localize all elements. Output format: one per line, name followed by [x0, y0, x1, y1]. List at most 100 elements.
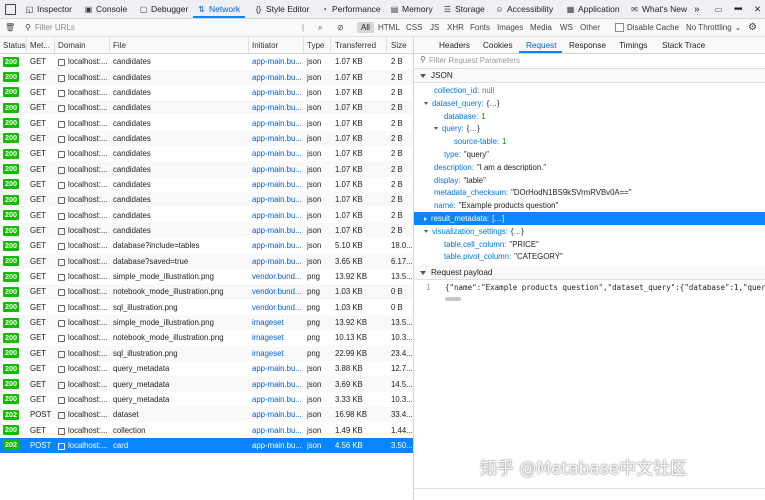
- table-row[interactable]: 200 GET localhost:... simple_mode_illustrat…: [0, 314, 413, 331]
- table-row[interactable]: 200 GET localhost:... candidates app-main.bu…: [0, 222, 413, 239]
- table-row[interactable]: 200 GET localhost:... simple_mode_illustrat…: [0, 269, 413, 284]
- column-header-type[interactable]: Type: [307, 37, 325, 53]
- chevron-down-icon: [424, 229, 428, 233]
- size-cell: 18.0...: [391, 241, 413, 251]
- tab-inspector[interactable]: ◱ Inspector: [25, 0, 72, 18]
- tab-cookies[interactable]: Cookies: [483, 37, 513, 53]
- filter-type-js[interactable]: JS: [430, 19, 439, 36]
- filter-type-all[interactable]: All: [357, 22, 374, 33]
- table-row[interactable]: 200 GET localhost:... candidates app-main.bu…: [0, 146, 413, 161]
- table-row[interactable]: 200 GET localhost:... sql_illustration.png v…: [0, 300, 413, 315]
- clear-button[interactable]: 🗑: [5, 19, 15, 36]
- table-row[interactable]: 200 GET localhost:... sql_illustration.png i…: [0, 345, 413, 361]
- tab-application[interactable]: ▦ Application: [566, 0, 620, 18]
- json-row[interactable]: visualization_settings: {…}: [424, 225, 524, 238]
- table-row[interactable]: 200 GET localhost:... candidates app-main.bu…: [0, 85, 413, 100]
- domain-cell: localhost:...: [58, 269, 108, 284]
- options-menu-button[interactable]: •••: [734, 0, 742, 18]
- json-key: dataset_query:: [432, 98, 484, 108]
- table-row[interactable]: 200 GET localhost:... query_metadata app-mai…: [0, 376, 413, 392]
- table-row[interactable]: 200 GET localhost:... query_metadata app-mai…: [0, 392, 413, 407]
- table-row[interactable]: 200 GET localhost:... collection app-main.bu…: [0, 422, 413, 437]
- type-cell: json: [307, 241, 322, 251]
- table-row[interactable]: 200 GET localhost:... candidates app-main.bu…: [0, 69, 413, 85]
- tab-accessibility[interactable]: ☺ Accessibility: [495, 0, 553, 18]
- json-row[interactable]: query: {…}: [434, 122, 480, 135]
- domain-cell: localhost:...: [58, 284, 108, 299]
- filter-request-params-input[interactable]: ⚲ Filter Request Parameters: [414, 54, 765, 69]
- tab-headers[interactable]: Headers: [439, 37, 470, 53]
- kebab-menu-icon: •••: [734, 3, 742, 15]
- column-header-domain[interactable]: Domain: [58, 37, 86, 53]
- filter-type-fonts[interactable]: Fonts: [470, 19, 490, 36]
- filter-type-xhr[interactable]: XHR: [447, 19, 464, 36]
- filter-type-ws[interactable]: WS: [560, 19, 573, 36]
- table-row[interactable]: 200 GET localhost:... database?include=tabl…: [0, 238, 413, 253]
- payload-editor[interactable]: 1 {"name":"Example products question","d…: [414, 281, 765, 295]
- column-header-size[interactable]: Size: [391, 37, 407, 53]
- tab-debugger[interactable]: ▢ Debugger: [139, 0, 189, 18]
- table-row[interactable]: 200 GET localhost:... notebook_mode_illustr…: [0, 330, 413, 345]
- table-row[interactable]: 200 GET localhost:... database?saved=true ap…: [0, 253, 413, 269]
- method-cell: GET: [30, 272, 47, 282]
- json-row[interactable]: result_metadata: […]: [424, 212, 504, 225]
- tab-memory[interactable]: ▤ Memory: [390, 0, 433, 18]
- json-section-header[interactable]: JSON: [414, 69, 765, 83]
- more-tools-button[interactable]: »: [694, 0, 699, 18]
- search-button[interactable]: ⌕: [318, 19, 322, 36]
- size-cell: 2 B: [391, 133, 403, 143]
- table-row[interactable]: 200 GET localhost:... candidates app-main.bu…: [0, 177, 413, 192]
- block-button[interactable]: ⊘: [337, 19, 344, 36]
- lock-icon: [58, 181, 65, 189]
- section-label: JSON: [431, 71, 453, 80]
- filter-type-media[interactable]: Media: [530, 19, 552, 36]
- column-header-file[interactable]: File: [113, 37, 126, 53]
- transferred-cell: 3.65 KB: [335, 256, 363, 266]
- table-row[interactable]: 200 GET localhost:... candidates app-main.bu…: [0, 54, 413, 69]
- column-header-status[interactable]: Status: [3, 37, 26, 53]
- tab-timings[interactable]: Timings: [619, 37, 647, 53]
- throttling-select[interactable]: No Throttling ⌄: [686, 19, 741, 36]
- filter-type-other[interactable]: Other: [580, 19, 600, 36]
- horizontal-scrollbar[interactable]: [445, 297, 461, 301]
- type-cell: json: [307, 179, 322, 189]
- element-picker-button[interactable]: [5, 0, 19, 18]
- table-row[interactable]: 200 GET localhost:... candidates app-main.bu…: [0, 115, 413, 130]
- table-row[interactable]: 202 POST localhost:... dataset app-main.bu..…: [0, 407, 413, 423]
- type-cell: json: [307, 256, 322, 266]
- table-row[interactable]: 200 GET localhost:... notebook_mode_illustr…: [0, 284, 413, 300]
- file-cell: dataset: [113, 410, 139, 420]
- table-row[interactable]: 200 GET localhost:... candidates app-main.bu…: [0, 192, 413, 208]
- close-toolbox-button[interactable]: ✕: [754, 0, 761, 18]
- tab-storage[interactable]: ☰ Storage: [443, 0, 485, 18]
- filter-type-html[interactable]: HTML: [378, 19, 400, 36]
- filter-type-images[interactable]: Images: [497, 19, 523, 36]
- transferred-cell: 1.07 KB: [335, 103, 363, 113]
- filter-type-css[interactable]: CSS: [406, 19, 422, 36]
- network-settings-button[interactable]: ⚙: [748, 19, 757, 36]
- json-row[interactable]: dataset_query: {…}: [424, 97, 500, 110]
- disable-cache-checkbox[interactable]: Disable Cache: [615, 19, 679, 36]
- tab-style-editor[interactable]: {} Style Editor: [254, 0, 310, 18]
- column-header-transferred[interactable]: Transferred: [335, 37, 377, 53]
- column-header-method[interactable]: Met...: [30, 37, 51, 53]
- table-row[interactable]: 202 POST localhost:... card app-main.bu... js…: [0, 437, 413, 454]
- status-cell: 200: [3, 115, 25, 130]
- table-row[interactable]: 200 GET localhost:... candidates app-main.bu…: [0, 100, 413, 116]
- table-row[interactable]: 200 GET localhost:... candidates app-main.bu…: [0, 130, 413, 147]
- payload-section-header[interactable]: Request payload: [414, 266, 765, 280]
- table-row[interactable]: 200 GET localhost:... candidates app-main.bu…: [0, 208, 413, 223]
- tab-performance[interactable]: ◔ Performance: [320, 0, 381, 18]
- tab-stack-trace[interactable]: Stack Trace: [662, 37, 705, 53]
- table-row[interactable]: 200 GET localhost:... query_metadata app-mai…: [0, 361, 413, 376]
- tab-response[interactable]: Response: [569, 37, 606, 53]
- table-row[interactable]: 200 GET localhost:... candidates app-main.bu…: [0, 161, 413, 177]
- filter-urls-input[interactable]: ⚲ Filter URLs: [25, 19, 300, 36]
- column-header-initiator[interactable]: Initiator: [252, 37, 279, 53]
- tab-console[interactable]: ▣ Console: [84, 0, 127, 18]
- transferred-cell: 1.49 KB: [335, 425, 363, 435]
- dock-button[interactable]: ▭: [714, 0, 726, 18]
- tab-whats-new[interactable]: ✉ What's New: [630, 0, 687, 18]
- transferred-cell: 1.07 KB: [335, 72, 363, 82]
- active-details-tab-indicator: [519, 51, 562, 53]
